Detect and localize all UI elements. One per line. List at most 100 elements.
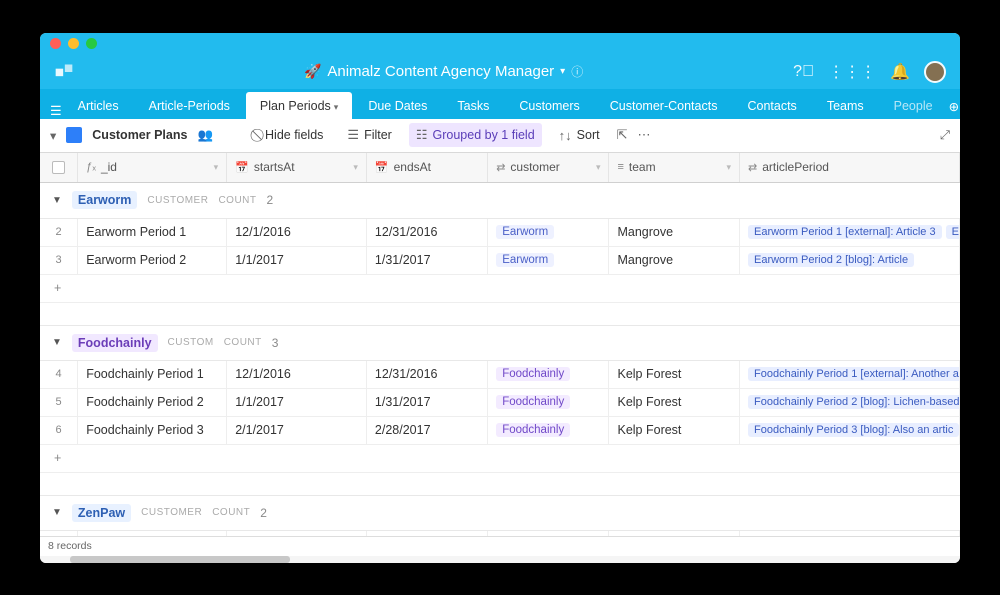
cell-articleperiod[interactable]: Foodchainly Period 1 [external]: Another… (740, 361, 960, 388)
expand-icon[interactable]: ⤢ (940, 128, 950, 143)
add-row-button[interactable]: + (40, 445, 960, 473)
tab-article-periods[interactable]: Article-Periods (135, 92, 244, 119)
cell-customer[interactable]: Earworm (488, 219, 609, 246)
cell-endsat[interactable]: 1/31/2017 (367, 531, 488, 536)
cell-endsat[interactable]: 1/31/2017 (367, 247, 488, 274)
tab-customer-contacts[interactable]: Customer-Contacts (596, 92, 732, 119)
chevron-down-icon[interactable]: ▾ (596, 162, 601, 173)
cell-articleperiod[interactable]: Earworm Period 2 [blog]: Article (740, 247, 960, 274)
apps-icon[interactable]: ⋮⋮⋮ (828, 62, 876, 82)
cell-articleperiod[interactable]: Earworm Period 1 [external]: Article 3 Ea (740, 219, 960, 246)
table-row[interactable]: 3Earworm Period 21/1/20171/31/2017Earwor… (40, 247, 960, 275)
column-customer[interactable]: ⇄customer▾ (488, 153, 609, 182)
article-chip[interactable]: Earworm Period 1 [external]: Article 3 (748, 225, 942, 239)
window-zoom-icon[interactable] (86, 38, 97, 49)
sort-button[interactable]: ↑↓Sort (552, 124, 607, 147)
people-icon[interactable]: 👥 (197, 128, 213, 143)
cell-id[interactable]: Foodchainly Period 1 (78, 361, 227, 388)
horizontal-scrollbar[interactable] (40, 556, 960, 563)
menu-icon[interactable]: ☰ (50, 103, 62, 119)
cell-articleperiod[interactable]: ZenPaw Period 1 [blog]: Avoid these trap… (740, 531, 960, 536)
table-row[interactable]: 5Foodchainly Period 21/1/20171/31/2017Fo… (40, 389, 960, 417)
cell-team[interactable]: Kelp Forest (609, 389, 740, 416)
cell-id[interactable]: Foodchainly Period 2 (78, 389, 227, 416)
cell-customer[interactable]: Foodchainly (488, 417, 609, 444)
cell-startsat[interactable]: 2/1/2017 (227, 417, 367, 444)
hide-fields-button[interactable]: ⃠Hide fields (253, 123, 330, 147)
group-header[interactable]: ▼ZenPawCUSTOMERCOUNT2 (40, 495, 960, 531)
info-icon[interactable]: ⓘ (571, 63, 583, 80)
table-row[interactable]: 7ZenPaw Period 11/1/20171/31/2017ZenPawT… (40, 531, 960, 536)
tab-people[interactable]: People (880, 92, 947, 119)
column-articleperiod[interactable]: ⇄articlePeriod (740, 153, 960, 182)
cell-endsat[interactable]: 1/31/2017 (367, 389, 488, 416)
group-button[interactable]: ☷Grouped by 1 field (409, 123, 542, 147)
article-chip[interactable]: Foodchainly Period 2 [blog]: Lichen-base… (748, 395, 960, 409)
table-row[interactable]: 4Foodchainly Period 112/1/201612/31/2016… (40, 361, 960, 389)
view-name[interactable]: Customer Plans (92, 128, 187, 142)
notifications-icon[interactable]: 🔔 (890, 62, 910, 82)
checkbox-column[interactable] (40, 153, 78, 182)
chevron-down-icon[interactable]: ▾ (726, 162, 731, 173)
article-chip[interactable]: Foodchainly Period 1 [external]: Another… (748, 367, 960, 381)
cell-customer[interactable]: ZenPaw (488, 531, 609, 536)
cell-startsat[interactable]: 12/1/2016 (227, 361, 367, 388)
brand-logo-icon[interactable] (54, 62, 74, 82)
cell-customer[interactable]: Foodchainly (488, 389, 609, 416)
customer-chip[interactable]: Foodchainly (496, 367, 570, 381)
more-icon[interactable]: ⋯ (638, 127, 651, 143)
table-row[interactable]: 6Foodchainly Period 32/1/20172/28/2017Fo… (40, 417, 960, 445)
add-table-icon[interactable]: ⊕ (949, 99, 959, 114)
collapse-icon[interactable]: ▼ (52, 195, 62, 206)
column-endsat[interactable]: 📅endsAt (367, 153, 488, 182)
tab-plan-periods[interactable]: Plan Periods▾ (246, 92, 352, 119)
cell-endsat[interactable]: 12/31/2016 (367, 361, 488, 388)
tab-teams[interactable]: Teams (813, 92, 878, 119)
collapse-icon[interactable]: ▼ (52, 337, 62, 348)
article-chip[interactable]: Ea (946, 225, 960, 239)
column-startsat[interactable]: 📅startsAt▾ (227, 153, 367, 182)
cell-team[interactable]: Taiga (609, 531, 740, 536)
group-header[interactable]: ▼EarwormCUSTOMERCOUNT2 (40, 183, 960, 219)
cell-team[interactable]: Mangrove (609, 247, 740, 274)
cell-endsat[interactable]: 12/31/2016 (367, 219, 488, 246)
collapse-icon[interactable]: ▼ (52, 507, 62, 518)
help-icon[interactable]: ?⃝ (793, 63, 814, 81)
tab-tasks[interactable]: Tasks (443, 92, 503, 119)
column-team[interactable]: ≡team▾ (609, 153, 740, 182)
cell-id[interactable]: Foodchainly Period 3 (78, 417, 227, 444)
cell-team[interactable]: Mangrove (609, 219, 740, 246)
customer-chip[interactable]: Foodchainly (496, 423, 570, 437)
cell-team[interactable]: Kelp Forest (609, 361, 740, 388)
chevron-down-icon[interactable]: ▾ (214, 162, 219, 173)
customer-chip[interactable]: Earworm (496, 253, 554, 267)
tab-contacts[interactable]: Contacts (733, 92, 810, 119)
select-all-checkbox[interactable] (52, 161, 65, 174)
article-chip[interactable]: Foodchainly Period 3 [blog]: Also an art… (748, 423, 959, 437)
tab-due-dates[interactable]: Due Dates (354, 92, 441, 119)
views-menu-icon[interactable]: ▾ (50, 128, 56, 143)
column-id[interactable]: ƒₓ_id▾ (78, 153, 227, 182)
base-title[interactable]: 🚀 Animalz Content Agency Manager ▾ ⓘ (94, 63, 793, 80)
cell-articleperiod[interactable]: Foodchainly Period 3 [blog]: Also an art… (740, 417, 960, 444)
tab-customers[interactable]: Customers (505, 92, 593, 119)
window-close-icon[interactable] (50, 38, 61, 49)
customer-chip[interactable]: Foodchainly (496, 395, 570, 409)
table-row[interactable]: 2Earworm Period 112/1/201612/31/2016Earw… (40, 219, 960, 247)
user-avatar[interactable] (924, 61, 946, 83)
cell-startsat[interactable]: 1/1/2017 (227, 389, 367, 416)
cell-customer[interactable]: Earworm (488, 247, 609, 274)
share-view-icon[interactable]: ⇱ (617, 127, 628, 143)
cell-startsat[interactable]: 1/1/2017 (227, 247, 367, 274)
filter-button[interactable]: ☰Filter (340, 123, 398, 147)
cell-articleperiod[interactable]: Foodchainly Period 2 [blog]: Lichen-base… (740, 389, 960, 416)
tab-articles[interactable]: Articles (64, 92, 133, 119)
cell-customer[interactable]: Foodchainly (488, 361, 609, 388)
add-row-button[interactable]: + (40, 275, 960, 303)
cell-endsat[interactable]: 2/28/2017 (367, 417, 488, 444)
cell-id[interactable]: Earworm Period 2 (78, 247, 227, 274)
window-minimize-icon[interactable] (68, 38, 79, 49)
cell-id[interactable]: Earworm Period 1 (78, 219, 227, 246)
chevron-down-icon[interactable]: ▾ (353, 162, 358, 173)
cell-team[interactable]: Kelp Forest (609, 417, 740, 444)
